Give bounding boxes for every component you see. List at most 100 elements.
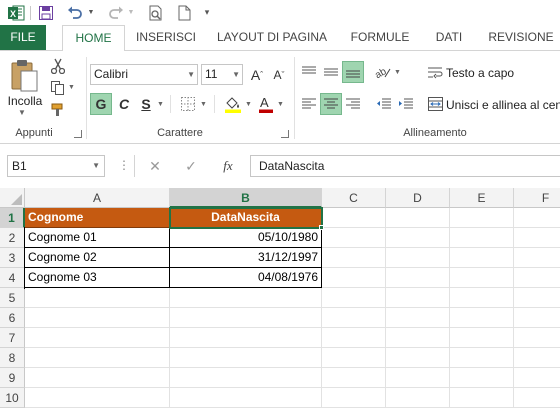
underline-button[interactable]: S [137,93,155,115]
orientation-dropdown-icon[interactable]: ▼ [394,69,401,76]
row-header-6[interactable]: 6 [0,308,25,328]
font-color-icon[interactable]: A [256,93,276,115]
cancel-icon[interactable]: ✕ [144,155,166,177]
orientation-icon[interactable]: ab [372,61,394,83]
underline-dropdown-icon[interactable]: ▼ [157,101,164,108]
cell-d6[interactable] [386,308,450,328]
save-icon[interactable] [36,0,56,25]
column-header-b[interactable]: B [170,188,322,208]
row-header-4[interactable]: 4 [0,268,25,288]
cell-a8[interactable] [25,348,170,368]
cell-f7[interactable] [514,328,560,348]
clipboard-dialog-launcher-icon[interactable] [74,130,82,138]
tab-revisione[interactable]: REVISIONE [482,25,560,50]
customize-qat-icon[interactable]: ▾ [200,0,214,25]
cell-b7[interactable] [170,328,322,348]
copy-icon[interactable] [48,79,68,97]
cell-c5[interactable] [322,288,386,308]
redo-dropdown-icon[interactable]: ▼ [126,0,136,25]
merge-center-button[interactable]: Unisci e allinea al centro [446,98,560,112]
formula-input[interactable]: DataNascita [250,155,560,177]
insert-function-button[interactable]: fx [216,155,240,177]
cell-d7[interactable] [386,328,450,348]
cell-a2[interactable]: Cognome 01 [25,228,170,248]
cell-b2[interactable]: 05/10/1980 [170,228,322,248]
cell-d4[interactable] [386,268,450,288]
cell-c7[interactable] [322,328,386,348]
cell-c3[interactable] [322,248,386,268]
cell-b10[interactable] [170,388,322,408]
undo-dropdown-icon[interactable]: ▼ [86,0,96,25]
row-header-5[interactable]: 5 [0,288,25,308]
column-header-a[interactable]: A [25,188,170,208]
column-header-e[interactable]: E [450,188,514,208]
cell-a3[interactable]: Cognome 02 [25,248,170,268]
cell-a5[interactable] [25,288,170,308]
cell-f2[interactable] [514,228,560,248]
tab-inserisci[interactable]: INSERISCI [130,25,202,50]
italic-button[interactable]: C [114,93,134,115]
row-header-8[interactable]: 8 [0,348,25,368]
bold-button[interactable]: G [90,93,112,115]
paste-button-label[interactable]: Incolla [5,94,45,108]
row-header-9[interactable]: 9 [0,368,25,388]
cell-e4[interactable] [450,268,514,288]
cell-f1[interactable] [514,208,560,228]
cell-d10[interactable] [386,388,450,408]
cell-a10[interactable] [25,388,170,408]
cell-d9[interactable] [386,368,450,388]
wrap-text-button[interactable]: Testo a capo [446,66,514,80]
row-header-1[interactable]: 1 [0,208,25,228]
borders-dropdown-icon[interactable]: ▼ [200,101,207,108]
cell-c2[interactable] [322,228,386,248]
cell-d8[interactable] [386,348,450,368]
increase-indent-icon[interactable] [394,93,416,115]
increase-font-size-icon[interactable]: Aˆ [248,64,266,85]
fill-handle[interactable] [319,225,324,230]
row-header-7[interactable]: 7 [0,328,25,348]
format-painter-icon[interactable] [48,101,68,119]
font-name-select[interactable]: Calibri ▼ [90,64,198,85]
decrease-indent-icon[interactable] [372,93,394,115]
cell-d3[interactable] [386,248,450,268]
cell-b5[interactable] [170,288,322,308]
cell-e5[interactable] [450,288,514,308]
cell-c9[interactable] [322,368,386,388]
fill-color-dropdown-icon[interactable]: ▼ [245,101,252,108]
align-top-icon[interactable] [298,61,320,83]
cell-d5[interactable] [386,288,450,308]
cell-e3[interactable] [450,248,514,268]
row-header-10[interactable]: 10 [0,388,25,408]
align-bottom-icon[interactable] [342,61,364,83]
cell-b9[interactable] [170,368,322,388]
undo-icon[interactable] [64,0,86,25]
cell-a7[interactable] [25,328,170,348]
cell-e6[interactable] [450,308,514,328]
copy-dropdown-icon[interactable]: ▼ [68,84,75,91]
cell-f9[interactable] [514,368,560,388]
cell-f4[interactable] [514,268,560,288]
align-left-icon[interactable] [298,93,320,115]
decrease-font-size-icon[interactable]: Aˇ [270,64,288,85]
cell-a1[interactable]: Cognome [25,208,170,228]
cell-f6[interactable] [514,308,560,328]
cell-c4[interactable] [322,268,386,288]
cell-c10[interactable] [322,388,386,408]
cell-c8[interactable] [322,348,386,368]
cell-e8[interactable] [450,348,514,368]
align-center-icon[interactable] [320,93,342,115]
align-right-icon[interactable] [342,93,364,115]
cell-b8[interactable] [170,348,322,368]
row-header-2[interactable]: 2 [0,228,25,248]
tab-layout-di-pagina[interactable]: LAYOUT DI PAGINA [210,25,334,50]
font-size-select[interactable]: 11 ▼ [201,64,243,85]
cell-d1[interactable] [386,208,450,228]
cell-f8[interactable] [514,348,560,368]
row-header-3[interactable]: 3 [0,248,25,268]
enter-icon[interactable]: ✓ [180,155,202,177]
tab-home[interactable]: HOME [62,25,125,51]
fill-color-icon[interactable] [222,93,244,115]
cell-e7[interactable] [450,328,514,348]
select-all-corner[interactable] [0,188,25,208]
print-preview-icon[interactable] [146,0,166,25]
